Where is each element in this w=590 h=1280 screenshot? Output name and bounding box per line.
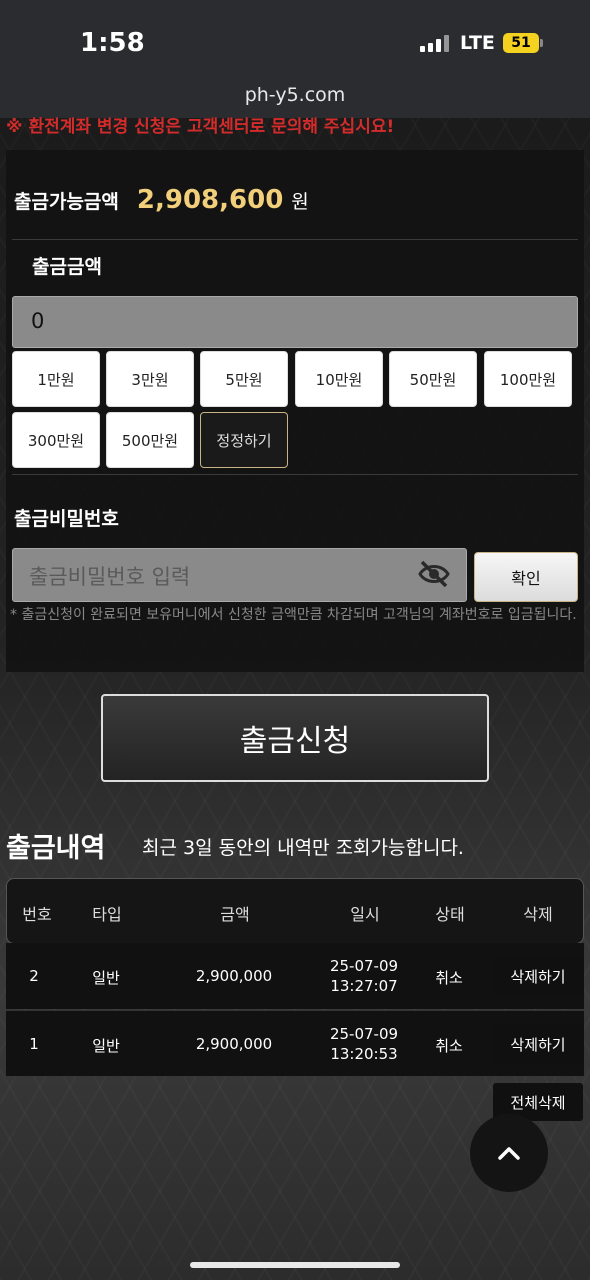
withdraw-note: * 출금신청이 완료되면 보유머니에서 신청한 금액만큼 차감되며 고객님의 계… — [10, 607, 577, 623]
amount-input[interactable]: 0 — [12, 296, 578, 348]
quick-amount-300man[interactable]: 300만원 — [12, 412, 100, 468]
password-placeholder: 출금비밀번호 입력 — [29, 565, 191, 589]
quick-amount-10man[interactable]: 10만원 — [295, 351, 383, 407]
table-row: 1 일반 2,900,000 25-07-09 13:20:53 취소 삭제하기 — [6, 1010, 584, 1076]
home-indicator — [190, 1262, 400, 1268]
row-amount: 2,900,000 — [195, 1035, 273, 1053]
col-type: 타입 — [92, 905, 122, 924]
row-number: 2 — [29, 967, 39, 985]
history-title: 출금내역 — [6, 833, 106, 864]
quick-amount-5man[interactable]: 5만원 — [200, 351, 288, 407]
delete-row-button[interactable]: 삭제하기 — [493, 957, 583, 995]
row-date: 25-07-09 — [329, 1025, 399, 1043]
delete-row-button[interactable]: 삭제하기 — [493, 1025, 583, 1063]
network-type: LTE — [460, 32, 495, 54]
divider — [12, 474, 578, 475]
row-date: 25-07-09 — [329, 957, 399, 975]
col-delete: 삭제 — [523, 905, 553, 924]
col-amount: 금액 — [220, 905, 250, 924]
row-time: 13:20:53 — [330, 1045, 398, 1063]
password-label: 출금비밀번호 — [14, 508, 119, 530]
col-datetime: 일시 — [350, 905, 380, 924]
history-subtitle: 최근 3일 동안의 내역만 조회가능합니다. — [142, 837, 464, 859]
withdraw-submit-button[interactable]: 출금신청 — [101, 694, 489, 782]
scroll-top-button[interactable] — [470, 1114, 548, 1192]
row-time: 13:27:07 — [330, 977, 398, 995]
col-number: 번호 — [22, 905, 52, 924]
row-amount: 2,900,000 — [195, 967, 273, 985]
row-type: 일반 — [92, 969, 120, 987]
available-balance-row: 출금가능금액 2,908,600 원 — [14, 185, 309, 215]
row-number: 1 — [29, 1035, 39, 1053]
notice-banner: ※ 환전계좌 변경 신청은 고객센터로 문의해 주십시요! — [6, 117, 395, 137]
divider — [12, 239, 578, 240]
row-type: 일반 — [92, 1037, 120, 1055]
amount-label: 출금금액 — [32, 256, 102, 278]
available-amount: 2,908,600 — [136, 185, 284, 215]
status-bar: 1:58 LTE 51 — [0, 0, 590, 84]
available-label: 출금가능금액 — [14, 191, 119, 213]
reset-button[interactable]: 정정하기 — [200, 412, 288, 468]
col-status: 상태 — [435, 905, 465, 924]
history-table-header: 번호 타입 금액 일시 상태 삭제 — [6, 878, 584, 944]
quick-amount-50man[interactable]: 50만원 — [389, 351, 477, 407]
chevron-up-icon — [498, 1147, 520, 1160]
url-text: ph-y5.com — [244, 84, 346, 106]
row-status: 취소 — [435, 969, 463, 987]
row-status: 취소 — [435, 1037, 463, 1055]
quick-amount-500man[interactable]: 500만원 — [106, 412, 194, 468]
signal-icon — [420, 34, 449, 52]
battery-icon: 51 — [503, 33, 543, 53]
quick-amount-100man[interactable]: 100만원 — [484, 351, 572, 407]
quick-amount-3man[interactable]: 3만원 — [106, 351, 194, 407]
currency-label: 원 — [291, 191, 309, 213]
password-input[interactable]: 출금비밀번호 입력 — [12, 548, 467, 602]
confirm-button[interactable]: 확인 — [474, 552, 578, 602]
eye-slash-icon[interactable] — [418, 560, 450, 588]
status-time: 1:58 — [80, 28, 145, 58]
table-row: 2 일반 2,900,000 25-07-09 13:27:07 취소 삭제하기 — [6, 943, 584, 1009]
quick-amount-1man[interactable]: 1만원 — [12, 351, 100, 407]
battery-level: 51 — [511, 35, 531, 51]
